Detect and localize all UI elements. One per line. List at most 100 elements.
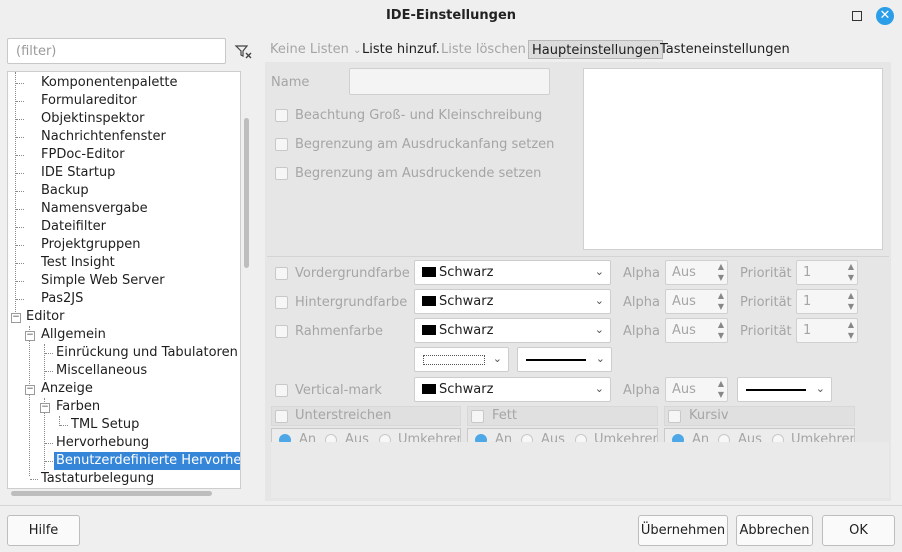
vertical-mark-color-select[interactable]: Schwarz ⌄ — [414, 377, 611, 402]
foreground-alpha-spinner[interactable]: Aus ▲ ▼ — [665, 260, 728, 285]
tree-item-allgemein[interactable]: Allgemein — [41, 326, 106, 344]
italic-checkbox[interactable] — [668, 410, 681, 423]
spin-down-icon[interactable]: ▼ — [848, 331, 854, 340]
radio-on-label: An — [495, 432, 513, 442]
tree-item[interactable]: Backup — [41, 182, 89, 200]
underline-checkbox[interactable] — [275, 410, 288, 423]
spin-up-icon[interactable]: ▲ — [848, 291, 854, 300]
entries-listbox[interactable] — [583, 68, 883, 250]
options-tree[interactable]: − − − − Komponentenpalette Formularedito… — [7, 71, 241, 489]
add-list-button[interactable]: Liste hinzuf. — [362, 40, 440, 59]
window-title: IDE-Einstellungen — [385, 8, 517, 23]
frame-priority-spinner[interactable]: 1 ▲ ▼ — [796, 318, 858, 343]
spin-down-icon[interactable]: ▼ — [718, 331, 724, 340]
tree-item[interactable]: Test Insight — [41, 254, 115, 272]
collapse-icon[interactable]: − — [25, 385, 35, 395]
ok-button[interactable]: OK — [822, 515, 895, 546]
tree-item-selected[interactable]: Benutzerdefinierte Hervorhebu — [54, 452, 240, 470]
frame-alpha-spinner[interactable]: Aus ▲ ▼ — [665, 318, 728, 343]
vertical-mark-checkbox[interactable] — [275, 384, 288, 397]
chevron-down-icon: ⌄ — [492, 352, 502, 365]
delete-list-button[interactable]: Liste löschen — [441, 40, 526, 59]
vertical-mark-line-style-select[interactable]: ⌄ — [737, 377, 832, 402]
bold-off-radio[interactable] — [521, 434, 533, 442]
italic-on-radio[interactable] — [672, 434, 684, 442]
color-swatch — [422, 296, 436, 306]
case-checkbox[interactable] — [275, 109, 288, 122]
collapse-icon[interactable]: − — [25, 331, 35, 341]
tree-item[interactable]: Dateifilter — [41, 218, 106, 236]
bold-invert-radio[interactable] — [575, 434, 587, 442]
tree-horizontal-scrollbar[interactable] — [11, 491, 212, 496]
spin-up-icon[interactable]: ▲ — [718, 291, 724, 300]
bold-checkbox[interactable] — [471, 410, 484, 423]
frame-line-style-select[interactable]: ⌄ — [517, 347, 612, 372]
tree-vertical-scrollbar[interactable] — [244, 118, 249, 268]
collapse-icon[interactable]: − — [11, 313, 21, 323]
clear-filter-icon[interactable] — [233, 38, 253, 64]
tab-tasteneinstellungen[interactable]: Tasteneinstellungen — [660, 40, 790, 59]
color-swatch — [422, 267, 436, 277]
filter-input[interactable]: (filter) — [7, 38, 226, 64]
help-button[interactable]: Hilfe — [7, 515, 80, 546]
italic-off-radio[interactable] — [718, 434, 730, 442]
spin-down-icon[interactable]: ▼ — [718, 273, 724, 282]
tree-item[interactable]: Formulareditor — [41, 92, 137, 110]
tree-item[interactable]: Pas2JS — [41, 290, 83, 308]
tree-item[interactable]: Projektgruppen — [41, 236, 140, 254]
tree-item[interactable]: IDE Startup — [41, 164, 115, 182]
spin-down-icon[interactable]: ▼ — [848, 273, 854, 282]
spin-up-icon[interactable]: ▲ — [718, 379, 724, 388]
frame-edge-style-select[interactable]: ⌄ — [414, 347, 509, 372]
background-priority-spinner[interactable]: 1 ▲ ▼ — [796, 289, 858, 314]
end-checkbox[interactable] — [275, 167, 288, 180]
tree-item[interactable]: Objektinspektor — [41, 110, 145, 128]
name-input[interactable] — [349, 68, 550, 95]
tree-item-anzeige[interactable]: Anzeige — [41, 380, 93, 398]
bold-on-radio[interactable] — [475, 434, 487, 442]
spin-down-icon[interactable]: ▼ — [718, 390, 724, 399]
frame-color-select[interactable]: Schwarz ⌄ — [414, 318, 611, 343]
tree-item[interactable]: TML Setup — [71, 416, 139, 434]
collapse-icon[interactable]: − — [40, 403, 50, 413]
background-checkbox[interactable] — [275, 296, 288, 309]
vertical-mark-alpha-spinner[interactable]: Aus ▲ ▼ — [665, 377, 728, 402]
tab-haupteinstellungen[interactable]: Haupteinstellungen — [528, 40, 664, 59]
solid-line-icon — [526, 359, 586, 361]
background-label: Hintergrundfarbe — [295, 295, 408, 310]
apply-button[interactable]: Übernehmen — [638, 515, 728, 546]
close-icon[interactable]: ✕ — [876, 7, 894, 25]
tree-item[interactable]: Hervorhebung — [56, 434, 149, 452]
tree-item-farben[interactable]: Farben — [56, 398, 100, 416]
spin-down-icon[interactable]: ▼ — [848, 302, 854, 311]
tree-item[interactable]: Nachrichtenfenster — [41, 128, 166, 146]
cancel-button[interactable]: Abbrechen — [736, 515, 813, 546]
underline-off-radio[interactable] — [325, 434, 337, 442]
italic-invert-radio[interactable] — [772, 434, 784, 442]
keine-listen-dropdown[interactable]: Keine Listen ⌄ — [270, 40, 361, 59]
foreground-checkbox[interactable] — [275, 267, 288, 280]
spin-down-icon[interactable]: ▼ — [718, 302, 724, 311]
underline-invert-radio[interactable] — [379, 434, 391, 442]
spin-up-icon[interactable]: ▲ — [848, 320, 854, 329]
spin-up-icon[interactable]: ▲ — [848, 262, 854, 271]
tree-item[interactable]: Einrückung und Tabulatoren — [56, 344, 238, 362]
tree-item[interactable]: Komponentenpalette — [41, 74, 178, 92]
background-alpha-spinner[interactable]: Aus ▲ ▼ — [665, 289, 728, 314]
spin-up-icon[interactable]: ▲ — [718, 320, 724, 329]
tree-item[interactable]: Miscellaneous — [56, 362, 147, 380]
tree-item[interactable]: Tastaturbelegung — [41, 470, 154, 488]
tree-item[interactable]: Simple Web Server — [41, 272, 165, 290]
tree-item[interactable]: FPDoc-Editor — [41, 146, 125, 164]
foreground-color-select[interactable]: Schwarz ⌄ — [414, 260, 611, 285]
tree-item-editor[interactable]: Editor — [26, 308, 64, 326]
underline-on-radio[interactable] — [279, 434, 291, 442]
frame-checkbox[interactable] — [275, 325, 288, 338]
maximize-icon[interactable] — [852, 11, 862, 21]
start-checkbox[interactable] — [275, 138, 288, 151]
tree-item[interactable]: Namensvergabe — [41, 200, 148, 218]
spin-up-icon[interactable]: ▲ — [718, 262, 724, 271]
background-color-select[interactable]: Schwarz ⌄ — [414, 289, 611, 314]
alpha-value: Aus — [672, 294, 696, 309]
foreground-priority-spinner[interactable]: 1 ▲ ▼ — [796, 260, 858, 285]
